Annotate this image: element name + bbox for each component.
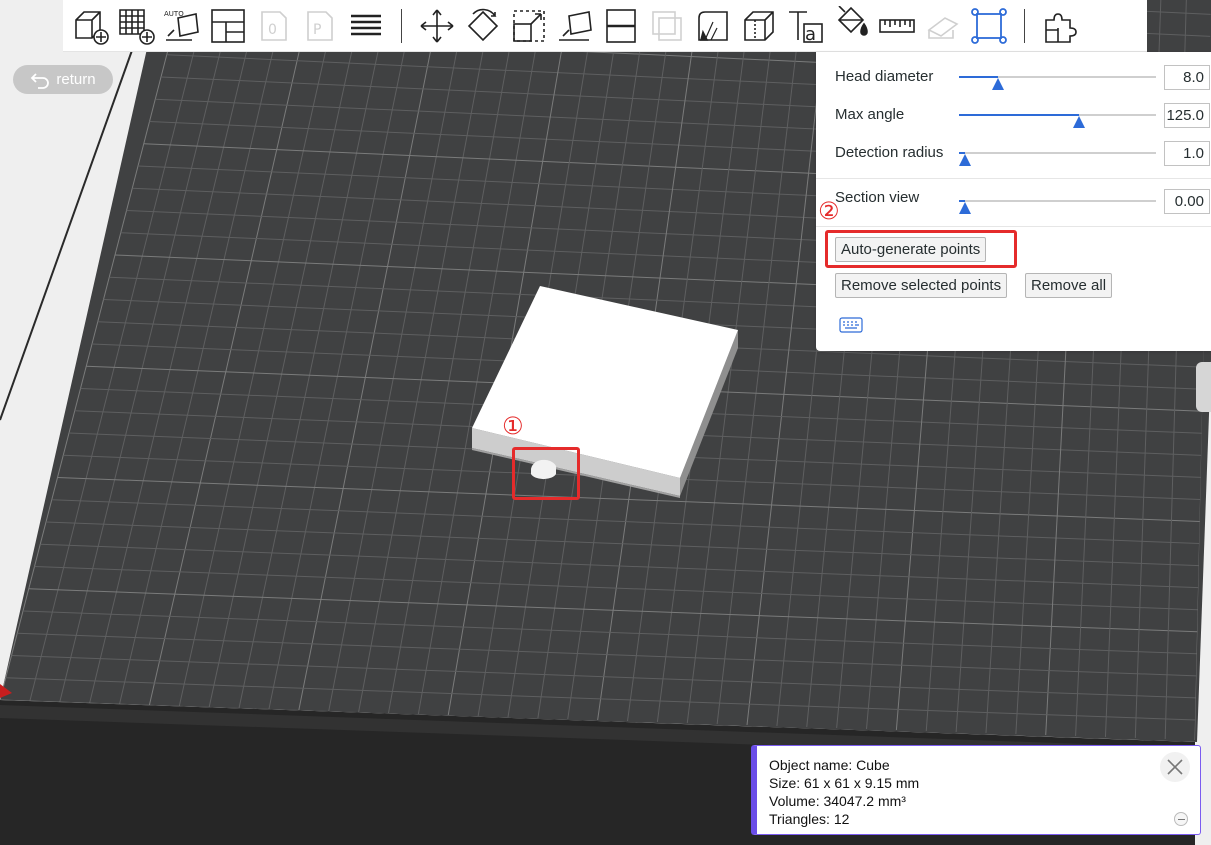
annotation-box-support-point bbox=[512, 447, 580, 500]
param-row-detection-radius: Detection radius 1.0 bbox=[835, 140, 1210, 168]
head-diameter-input[interactable]: 8.0 bbox=[1164, 65, 1210, 90]
arrange-icon[interactable] bbox=[205, 3, 251, 49]
hollow-icon bbox=[644, 3, 690, 49]
sla-support-points-icon[interactable] bbox=[966, 3, 1012, 49]
sla-support-points-panel: Head diameter 8.0 Max angle 125.0 Detect… bbox=[816, 52, 1211, 351]
add-cube-icon[interactable] bbox=[67, 3, 113, 49]
slider-thumb[interactable] bbox=[1073, 116, 1086, 128]
cut-icon[interactable] bbox=[598, 3, 644, 49]
param-label: Detection radius bbox=[835, 144, 944, 161]
param-row-head-diameter: Head diameter 8.0 bbox=[835, 64, 1210, 92]
collapse-icon[interactable] bbox=[1174, 812, 1188, 826]
side-panel-handle[interactable] bbox=[1196, 362, 1211, 412]
paint-bucket-icon[interactable] bbox=[828, 3, 874, 49]
object-info-panel: Object name: Cube Size: 61 x 61 x 9.15 m… bbox=[751, 745, 1201, 835]
scale-icon[interactable] bbox=[506, 3, 552, 49]
param-row-section-view: Section view 0.00 bbox=[835, 188, 1210, 216]
auto-orient-icon[interactable]: AUTO bbox=[159, 3, 205, 49]
remove-all-button[interactable]: Remove all bbox=[1025, 273, 1113, 298]
measure-support-icon[interactable] bbox=[690, 3, 736, 49]
section-view-input[interactable]: 0.00 bbox=[1164, 189, 1210, 214]
svg-text:0: 0 bbox=[268, 22, 277, 38]
annotation-box-auto-generate bbox=[825, 230, 1017, 268]
detection-radius-input[interactable]: 1.0 bbox=[1164, 141, 1210, 166]
section-view-slider[interactable] bbox=[958, 200, 1156, 214]
return-label: return bbox=[56, 71, 96, 88]
param-row-max-angle: Max angle 125.0 bbox=[835, 102, 1210, 130]
return-button[interactable]: return bbox=[13, 65, 113, 94]
toolbar-separator bbox=[401, 8, 402, 43]
svg-text:P: P bbox=[313, 22, 321, 38]
annotation-number-2: ② bbox=[818, 198, 840, 225]
return-arrow-icon bbox=[31, 72, 50, 89]
slider-thumb[interactable] bbox=[958, 202, 971, 214]
text-icon[interactable]: a bbox=[782, 3, 828, 49]
grid-add-icon[interactable] bbox=[113, 3, 159, 49]
panel-divider bbox=[816, 226, 1211, 227]
lay-on-face-icon[interactable] bbox=[552, 3, 598, 49]
seam-icon[interactable] bbox=[736, 3, 782, 49]
param-label: Section view bbox=[835, 189, 920, 206]
ruler-icon[interactable] bbox=[874, 3, 920, 49]
info-triangles: Triangles: 12 bbox=[769, 811, 850, 827]
move-icon[interactable] bbox=[414, 3, 460, 49]
eraser-icon bbox=[920, 3, 966, 49]
panel-divider bbox=[816, 178, 1211, 179]
layers-icon[interactable] bbox=[343, 3, 389, 49]
head-diameter-slider[interactable] bbox=[959, 76, 1156, 90]
close-icon[interactable] bbox=[1160, 752, 1190, 782]
toolbar-separator bbox=[1024, 8, 1025, 43]
param-label: Head diameter bbox=[835, 68, 934, 85]
param-label: Max angle bbox=[835, 106, 905, 123]
keyboard-icon[interactable] bbox=[839, 317, 863, 333]
assembly-icon[interactable] bbox=[1037, 3, 1083, 49]
max-angle-input[interactable]: 125.0 bbox=[1164, 103, 1210, 128]
max-angle-slider[interactable] bbox=[959, 114, 1156, 128]
remove-selected-points-button[interactable]: Remove selected points bbox=[835, 273, 1008, 298]
info-object-name: Object name: Cube bbox=[769, 757, 890, 773]
rotate-icon[interactable] bbox=[460, 3, 506, 49]
info-volume: Volume: 34047.2 mm³ bbox=[769, 793, 906, 809]
top-toolbar: AUTO 0 P a bbox=[63, 0, 1147, 52]
slider-thumb[interactable] bbox=[992, 78, 1005, 90]
annotation-number-1: ① bbox=[502, 413, 524, 440]
plate-p-icon: P bbox=[297, 3, 343, 49]
plate-slot-icon: 0 bbox=[251, 3, 297, 49]
slider-thumb[interactable] bbox=[958, 154, 971, 166]
info-size: Size: 61 x 61 x 9.15 mm bbox=[769, 775, 920, 791]
detection-radius-slider[interactable] bbox=[958, 152, 1156, 166]
